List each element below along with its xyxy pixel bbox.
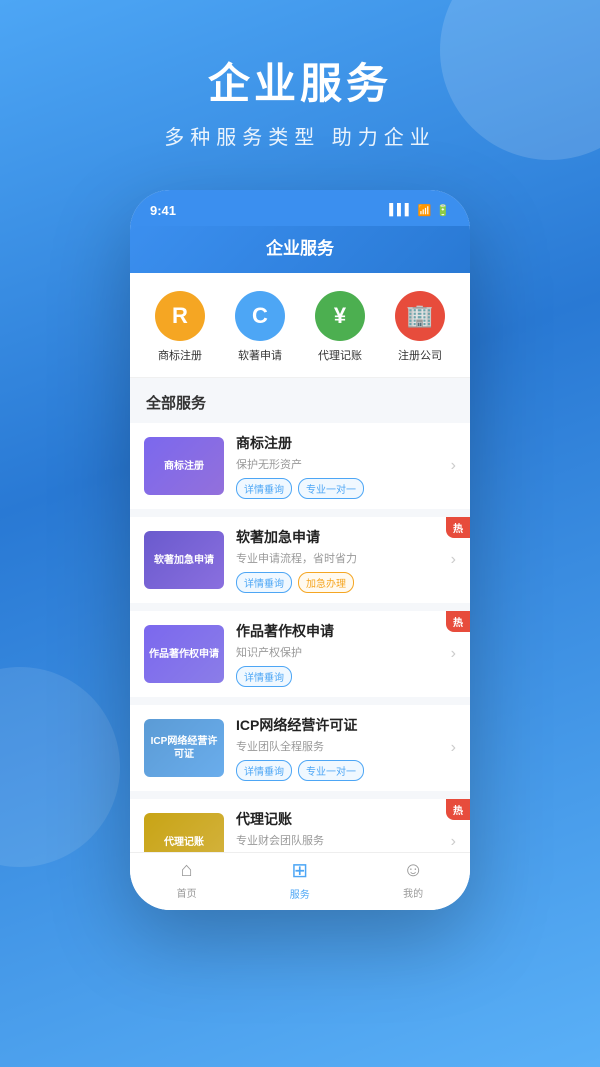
service-desc-icp: 专业团队全程服务 <box>236 738 445 754</box>
signal-icon: ▌▌▌ <box>389 204 412 216</box>
tag-detail-4: 详情垂询 <box>236 760 292 781</box>
service-thumbnail-icp: ICP网络经营许可证 <box>144 719 224 777</box>
service-name-trademark: 商标注册 <box>236 433 445 453</box>
service-name-icp: ICP网络经营许可证 <box>236 715 445 735</box>
status-icons: ▌▌▌ 📶 🔋 <box>389 204 450 217</box>
quick-icon-agent[interactable]: ¥ 代理记账 <box>315 291 365 363</box>
chevron-trademark: › <box>451 457 456 475</box>
service-tags-trademark: 详情垂询 专业一对一 <box>236 478 445 499</box>
header-section: 企业服务 多种服务类型 助力企业 <box>0 0 600 180</box>
agent-icon-label: 代理记账 <box>318 347 362 363</box>
service-desc-software: 专业申请流程，省时省力 <box>236 550 445 566</box>
hot-badge-copyright: 热 <box>446 611 470 632</box>
software-icon-circle: C <box>235 291 285 341</box>
app-header-title: 企业服务 <box>266 239 334 258</box>
service-item-software[interactable]: 热 软著加急申请 软著加急申请 专业申请流程，省时省力 详情垂询 加急办理 › <box>130 517 470 603</box>
service-tags-icp: 详情垂询 专业一对一 <box>236 760 445 781</box>
service-item-copyright[interactable]: 热 作品著作权申请 作品著作权申请 知识产权保护 详情垂询 › <box>130 611 470 697</box>
service-desc-copyright: 知识产权保护 <box>236 644 445 660</box>
nav-item-services[interactable]: ⊞ 服务 <box>290 858 310 901</box>
service-desc-bookkeeping: 专业财会团队服务 <box>236 832 445 848</box>
service-thumbnail-software: 软著加急申请 <box>144 531 224 589</box>
quick-icon-trademark[interactable]: R 商标注册 <box>155 291 205 363</box>
quick-icon-software[interactable]: C 软著申请 <box>235 291 285 363</box>
services-icon: ⊞ <box>291 858 308 883</box>
tag-professional-2: 专业一对一 <box>298 760 364 781</box>
nav-label-home: 首页 <box>177 885 197 900</box>
nav-item-home[interactable]: ⌂ 首页 <box>177 859 197 900</box>
trademark-icon-circle: R <box>155 291 205 341</box>
bottom-nav: ⌂ 首页 ⊞ 服务 ☺ 我的 <box>130 852 470 910</box>
service-desc-trademark: 保护无形资产 <box>236 456 445 472</box>
service-item-icp[interactable]: ICP网络经营许可证 ICP网络经营许可证 专业团队全程服务 详情垂询 专业一对… <box>130 705 470 791</box>
bg-decoration-circle-bottom <box>0 667 120 867</box>
service-tags-software: 详情垂询 加急办理 <box>236 572 445 593</box>
service-name-bookkeeping: 代理记账 <box>236 809 445 829</box>
service-thumbnail-trademark: 商标注册 <box>144 437 224 495</box>
tag-professional-1: 专业一对一 <box>298 478 364 499</box>
chevron-bookkeeping: › <box>451 833 456 851</box>
quick-icons-row: R 商标注册 C 软著申请 ¥ 代理记账 🏢 注册公司 <box>130 273 470 378</box>
section-title: 全部服务 <box>130 378 470 423</box>
tag-urgent: 加急办理 <box>298 572 354 593</box>
service-item-trademark[interactable]: 商标注册 商标注册 保护无形资产 详情垂询 专业一对一 › <box>130 423 470 509</box>
service-info-icp: ICP网络经营许可证 专业团队全程服务 详情垂询 专业一对一 <box>236 715 445 781</box>
subtitle: 多种服务类型 助力企业 <box>0 121 600 150</box>
home-icon: ⌂ <box>181 859 193 882</box>
tag-detail-2: 详情垂询 <box>236 572 292 593</box>
company-icon-circle: 🏢 <box>395 291 445 341</box>
service-name-software: 软著加急申请 <box>236 527 445 547</box>
software-icon-label: 软著申请 <box>238 347 282 363</box>
hot-badge-software: 热 <box>446 517 470 538</box>
service-info-trademark: 商标注册 保护无形资产 详情垂询 专业一对一 <box>236 433 445 499</box>
phone-mockup: 9:41 ▌▌▌ 📶 🔋 企业服务 R 商标注册 C 软著申请 ¥ 代理记账 🏢… <box>130 190 470 910</box>
service-info-bookkeeping: 代理记账 专业财会团队服务 详情垂询 初创首选 <box>236 809 445 852</box>
service-info-software: 软著加急申请 专业申请流程，省时省力 详情垂询 加急办理 <box>236 527 445 593</box>
service-thumbnail-copyright: 作品著作权申请 <box>144 625 224 683</box>
battery-icon: 🔋 <box>436 204 450 217</box>
service-item-bookkeeping[interactable]: 热 代理记账 代理记账 专业财会团队服务 详情垂询 初创首选 › <box>130 799 470 852</box>
status-bar: 9:41 ▌▌▌ 📶 🔋 <box>130 190 470 226</box>
chevron-icp: › <box>451 739 456 757</box>
tag-detail-1: 详情垂询 <box>236 478 292 499</box>
service-info-copyright: 作品著作权申请 知识产权保护 详情垂询 <box>236 621 445 687</box>
nav-label-services: 服务 <box>290 886 310 901</box>
main-title: 企业服务 <box>0 50 600 111</box>
company-icon-label: 注册公司 <box>398 347 442 363</box>
wifi-icon: 📶 <box>418 204 432 217</box>
status-time: 9:41 <box>150 203 176 218</box>
chevron-software: › <box>451 551 456 569</box>
nav-label-profile: 我的 <box>403 885 423 900</box>
services-section: 全部服务 商标注册 商标注册 保护无形资产 详情垂询 专业一对一 › 热 软著加… <box>130 378 470 852</box>
nav-item-profile[interactable]: ☺ 我的 <box>403 859 423 900</box>
tag-detail-3: 详情垂询 <box>236 666 292 687</box>
agent-icon-circle: ¥ <box>315 291 365 341</box>
quick-icon-company[interactable]: 🏢 注册公司 <box>395 291 445 363</box>
trademark-icon-label: 商标注册 <box>158 347 202 363</box>
service-thumbnail-bookkeeping: 代理记账 <box>144 813 224 852</box>
chevron-copyright: › <box>451 645 456 663</box>
service-tags-copyright: 详情垂询 <box>236 666 445 687</box>
app-header: 企业服务 <box>130 226 470 273</box>
profile-icon: ☺ <box>403 859 423 882</box>
service-name-copyright: 作品著作权申请 <box>236 621 445 641</box>
hot-badge-bookkeeping: 热 <box>446 799 470 820</box>
